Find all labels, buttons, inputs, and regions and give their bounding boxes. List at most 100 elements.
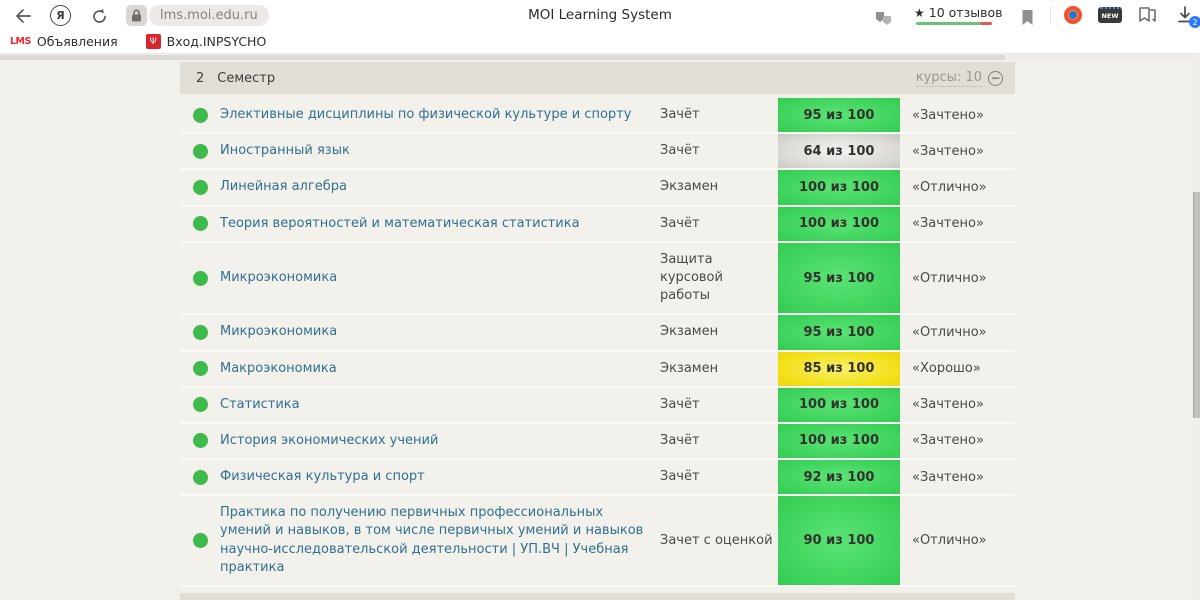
course-link[interactable]: Физическая культура и спорт	[220, 460, 660, 494]
course-status-icon	[192, 270, 208, 286]
assessment-type: Зачёт	[660, 215, 700, 231]
grade-text: «Отлично»	[912, 533, 987, 549]
collections-icon[interactable]	[1138, 6, 1157, 24]
bookmark-label: Вход.INPSYCHO	[166, 34, 267, 49]
browser-toolbar: Я lms.moi.edu.ru MOI Learning System ★ 1…	[0, 0, 1200, 30]
course-status-icon	[192, 433, 208, 449]
semester-2-header: 2 Семестр курсы: 10 −	[180, 62, 1015, 94]
course-row: Элективные дисциплины по физической куль…	[180, 98, 1015, 135]
assessment-type: Зачёт	[660, 107, 700, 122]
downloads-count-badge: 2	[1189, 16, 1200, 28]
address-bar[interactable]: lms.moi.edu.ru	[149, 5, 269, 26]
course-status-icon	[192, 324, 208, 340]
grade-text: «Зачтено»	[912, 216, 984, 232]
course-link[interactable]: Макроэкономика	[220, 352, 660, 386]
star-icon: ★	[914, 5, 925, 20]
bookmark-inpsycho[interactable]: Ψ Вход.INPSYCHO	[145, 34, 267, 49]
status-dot-cell	[180, 397, 220, 413]
course-status-icon	[192, 361, 208, 377]
status-dot-cell	[180, 324, 220, 340]
assessment-type: Защита курсовой работы	[660, 251, 723, 304]
course-link[interactable]: Статистика	[220, 388, 660, 422]
score-badge: 95 из 100	[778, 98, 900, 133]
score-badge: 100 из 100	[778, 387, 900, 422]
score-badge: 100 из 100	[778, 206, 900, 241]
assessment-type: Зачёт	[660, 469, 700, 485]
ssl-lock-icon[interactable]	[126, 5, 147, 26]
extension-browser-icon[interactable]	[1064, 6, 1082, 24]
toolbar-separator	[1050, 6, 1051, 24]
bookmark-lms-announcements[interactable]: LMS Объявления	[10, 34, 118, 49]
course-link[interactable]: Теория вероятностей и математическая ста…	[220, 207, 660, 241]
course-row: Статистика Зачёт 100 из 100 «Зачтено»	[180, 387, 1015, 424]
course-row: Микроэкономика Защита курсовой работы 95…	[180, 242, 1015, 316]
score-badge: 100 из 100	[778, 423, 900, 459]
bookmark-label: Объявления	[36, 34, 118, 49]
course-status-icon	[192, 216, 208, 232]
collapse-icon[interactable]: −	[988, 70, 1003, 86]
refresh-icon[interactable]	[88, 5, 110, 27]
grade-text: «Хорошо»	[912, 361, 981, 377]
protect-icon[interactable]	[872, 7, 894, 29]
bookmark-flag-icon[interactable]	[1016, 6, 1038, 28]
course-link[interactable]: Микроэкономика	[220, 315, 660, 349]
horizontal-scrollbar[interactable]	[0, 55, 1200, 60]
grades-section: 2 Семестр курсы: 10 − Элективные дисципл…	[180, 62, 1015, 600]
assessment-type: Экзамен	[660, 324, 719, 340]
assessment-type: Зачёт	[660, 432, 700, 448]
status-dot-cell	[180, 216, 220, 232]
horizontal-scrollbar-thumb[interactable]	[0, 55, 1005, 60]
yandex-services-icon[interactable]: Я	[50, 5, 71, 26]
assessment-type: Экзамен	[660, 179, 719, 195]
status-dot-cell	[180, 179, 220, 195]
status-dot-cell	[180, 107, 220, 123]
course-row: Макроэкономика Экзамен 85 из 100 «Хорошо…	[180, 351, 1015, 388]
semester-number: 2	[196, 70, 205, 86]
back-icon[interactable]	[12, 5, 34, 27]
reviews-rating[interactable]: ★ 10 отзывов	[914, 5, 1002, 20]
score-badge: 95 из 100	[778, 242, 900, 314]
course-link[interactable]: История экономических учений	[220, 424, 660, 458]
status-dot-cell	[180, 270, 220, 286]
course-link[interactable]: Микроэкономика	[220, 261, 660, 295]
course-row: Микроэкономика Экзамен 95 из 100 «Отличн…	[180, 315, 1015, 352]
rating-bar	[916, 22, 992, 25]
course-status-icon	[192, 179, 208, 195]
assessment-type: Экзамен	[660, 360, 719, 376]
status-dot-cell	[180, 143, 220, 159]
course-row: Линейная алгебра Экзамен 100 из 100 «Отл…	[180, 170, 1015, 207]
score-badge: 100 из 100	[778, 170, 900, 205]
course-link[interactable]: Иностранный язык	[220, 134, 660, 168]
status-dot-cell	[180, 533, 220, 549]
lms-favicon: LMS	[10, 36, 31, 47]
grade-text: «Зачтено»	[912, 469, 984, 485]
grade-text: «Зачтено»	[912, 397, 984, 413]
course-row: История экономических учений Зачёт 100 и…	[180, 423, 1015, 461]
course-status-icon	[192, 469, 208, 485]
assessment-type: Зачёт	[660, 143, 700, 159]
score-badge: 95 из 100	[778, 315, 900, 350]
semester-3-header: 3 Семестр курсы: 10 +	[180, 593, 1015, 600]
assessment-type: Зачёт	[660, 396, 700, 412]
grade-text: «Отлично»	[912, 179, 987, 195]
grade-text: «Зачтено»	[912, 433, 984, 449]
course-link[interactable]: Линейная алгебра	[220, 170, 660, 204]
score-badge: 92 из 100	[778, 460, 900, 495]
course-status-icon	[192, 397, 208, 413]
vertical-scrollbar-thumb[interactable]	[1193, 192, 1200, 418]
grade-text: «Зачтено»	[912, 107, 984, 123]
courses-count-link[interactable]: курсы: 10 −	[915, 70, 1003, 87]
course-row: Практика по получению первичных професси…	[180, 496, 1015, 587]
status-dot-cell	[180, 433, 220, 449]
course-status-icon	[192, 107, 208, 123]
grade-text: «Отлично»	[912, 270, 987, 286]
course-row: Иностранный язык Зачёт 64 из 100 «Зачтен…	[180, 134, 1015, 171]
course-row: Физическая культура и спорт Зачёт 92 из …	[180, 460, 1015, 497]
assessment-type: Зачет с оценкой	[660, 532, 773, 548]
inpsycho-favicon: Ψ	[145, 34, 161, 49]
course-link[interactable]: Элективные дисциплины по физической куль…	[220, 98, 660, 132]
extension-new-icon[interactable]: NEW	[1098, 7, 1122, 23]
course-link[interactable]: Практика по получению первичных професси…	[220, 496, 660, 585]
rows: Элективные дисциплины по физической куль…	[180, 98, 1015, 587]
score-badge: 64 из 100	[778, 134, 900, 169]
